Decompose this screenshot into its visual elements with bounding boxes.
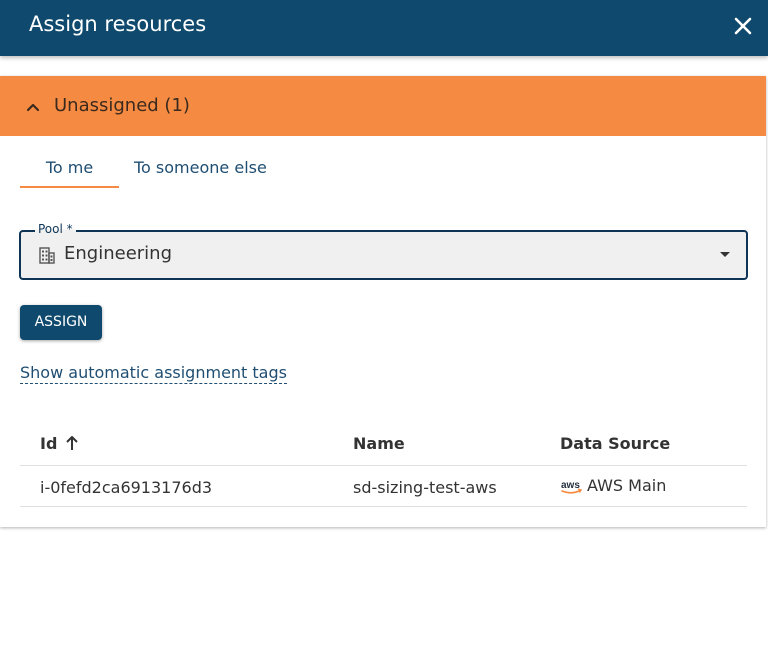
dropdown-arrow-icon[interactable] xyxy=(720,252,730,257)
column-header-name[interactable]: Name xyxy=(353,434,405,453)
column-header-id[interactable]: Id xyxy=(40,434,57,453)
table-row-divider xyxy=(20,506,747,507)
tab-to-someone-else[interactable]: To someone else xyxy=(134,158,267,177)
table-header-divider xyxy=(20,465,747,466)
section-header-unassigned[interactable]: Unassigned (1) xyxy=(0,76,766,136)
pool-label: Pool * xyxy=(35,222,76,236)
column-header-data-source[interactable]: Data Source xyxy=(560,434,670,453)
cell-id[interactable]: i-0fefd2ca6913176d3 xyxy=(40,478,212,497)
assign-button[interactable]: ASSIGN xyxy=(20,305,102,340)
section-title: Unassigned (1) xyxy=(54,95,190,116)
aws-icon: aws xyxy=(561,480,582,494)
close-icon[interactable] xyxy=(730,13,756,39)
sort-ascending-icon[interactable] xyxy=(64,434,80,452)
pool-select[interactable]: Pool * Engineering xyxy=(19,222,748,280)
pool-value: Engineering xyxy=(64,243,172,264)
cell-data-source[interactable]: AWS Main xyxy=(587,476,666,495)
show-assignment-tags-link[interactable]: Show automatic assignment tags xyxy=(20,363,287,384)
svg-text:aws: aws xyxy=(561,480,580,491)
dialog-header: Assign resources xyxy=(0,0,768,56)
chevron-up-icon[interactable] xyxy=(24,98,42,116)
tab-to-me[interactable]: To me xyxy=(20,158,119,177)
active-tab-indicator xyxy=(20,186,119,188)
building-icon xyxy=(39,247,55,264)
cell-name: sd-sizing-test-aws xyxy=(353,478,497,497)
unassigned-panel: Unassigned (1) To me To someone else Poo… xyxy=(0,76,766,527)
dialog-title: Assign resources xyxy=(29,12,207,36)
